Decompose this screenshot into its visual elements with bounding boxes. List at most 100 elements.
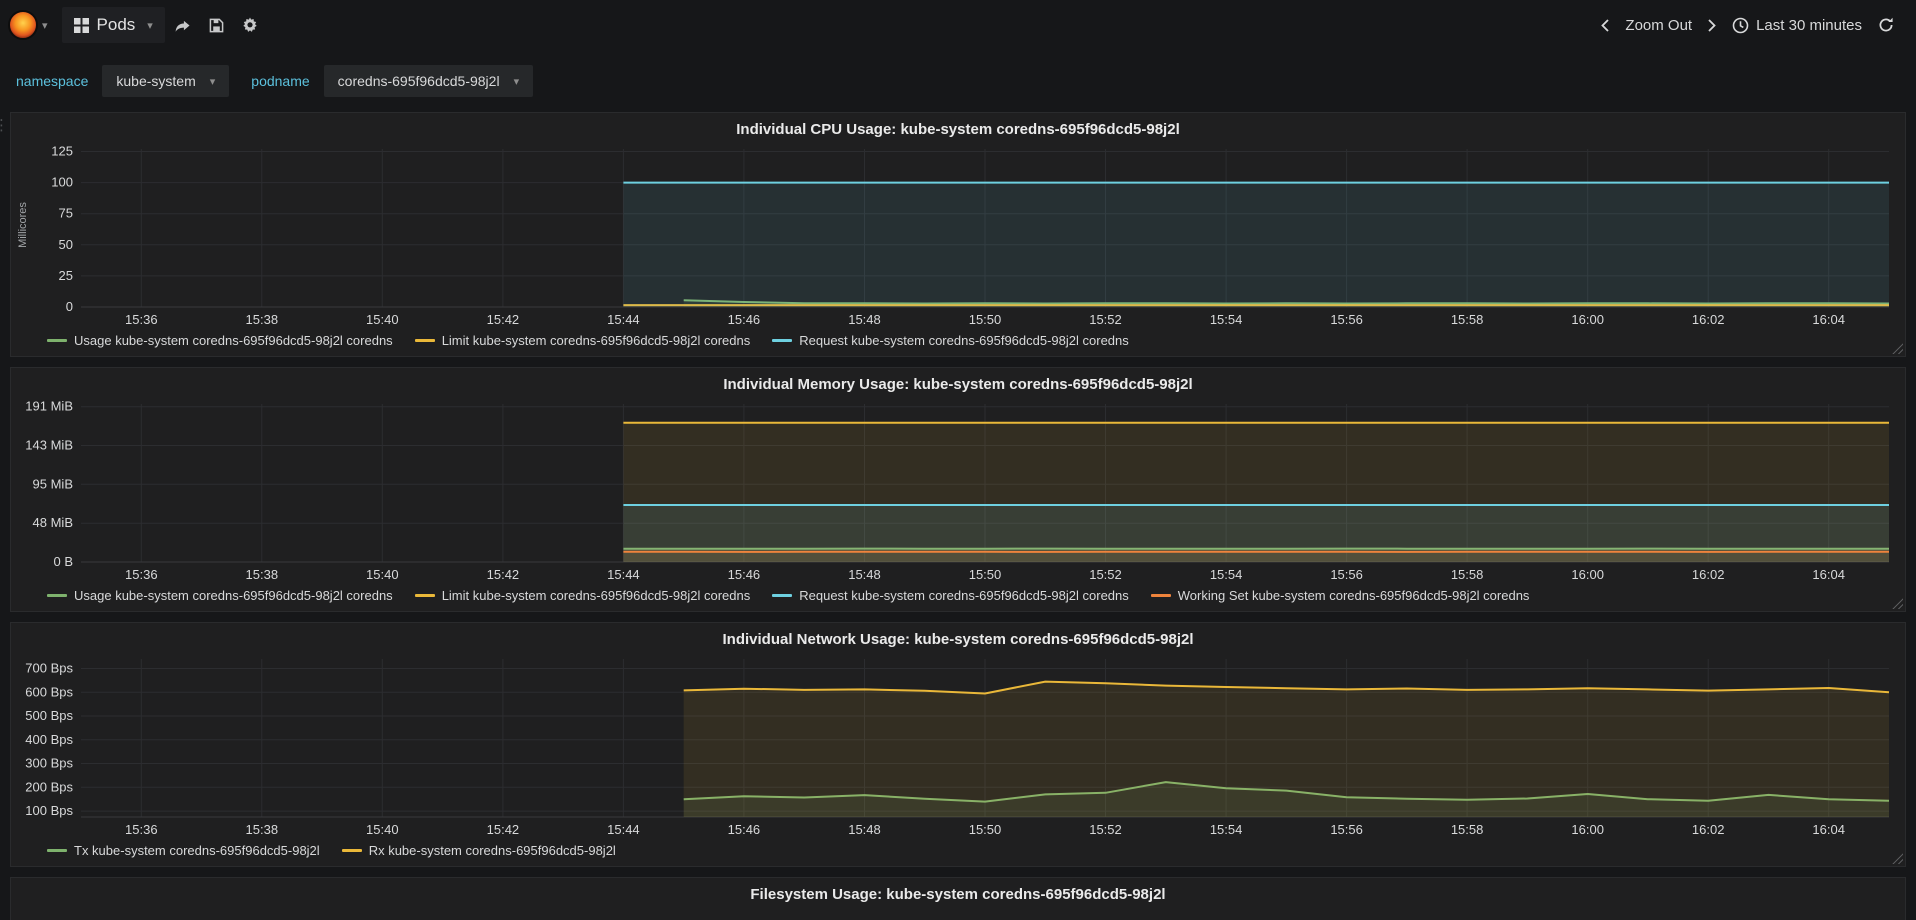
panel-title[interactable]: Individual CPU Usage: kube-system coredn… xyxy=(11,113,1905,141)
svg-text:15:54: 15:54 xyxy=(1210,822,1243,837)
time-range-label: Last 30 minutes xyxy=(1756,16,1862,34)
time-shift-forward-button[interactable] xyxy=(1700,13,1724,38)
panel-cpu: Individual CPU Usage: kube-system coredn… xyxy=(10,112,1906,357)
svg-text:25: 25 xyxy=(59,268,73,283)
variable-podname: podname coredns-695f96dcd5-98j2l ▾ xyxy=(251,65,534,97)
legend-series-label: Working Set kube-system coredns-695f96dc… xyxy=(1177,588,1530,603)
legend-item[interactable]: Rx kube-system coredns-695f96dcd5-98j2l xyxy=(341,843,616,858)
legend-series-color xyxy=(47,849,67,852)
caret-down-icon: ▾ xyxy=(147,19,153,32)
legend-series-label: Request kube-system coredns-695f96dcd5-9… xyxy=(799,333,1129,348)
svg-text:191 MiB: 191 MiB xyxy=(25,399,73,414)
legend-item[interactable]: Limit kube-system coredns-695f96dcd5-98j… xyxy=(414,588,750,603)
memory-usage-chart[interactable]: 0 B 48 MiB 95 MiB 143 MiB 191 MiB 15:36 15:38 1… xyxy=(15,396,1901,586)
svg-text:15:42: 15:42 xyxy=(487,567,520,582)
svg-text:15:58: 15:58 xyxy=(1451,822,1484,837)
svg-text:48 MiB: 48 MiB xyxy=(33,515,73,530)
panel-title[interactable]: Individual Memory Usage: kube-system cor… xyxy=(11,368,1905,396)
svg-text:15:38: 15:38 xyxy=(246,822,279,837)
svg-text:125: 125 xyxy=(51,144,73,159)
share-button[interactable] xyxy=(165,12,200,39)
chevron-right-icon xyxy=(1708,18,1716,32)
svg-text:143 MiB: 143 MiB xyxy=(25,438,73,453)
time-shift-back-button[interactable] xyxy=(1593,13,1617,38)
svg-text:16:02: 16:02 xyxy=(1692,567,1725,582)
settings-button[interactable] xyxy=(233,11,267,39)
settings-gear-icon xyxy=(243,17,257,32)
legend-item[interactable]: Working Set kube-system coredns-695f96dc… xyxy=(1150,588,1530,603)
svg-text:16:02: 16:02 xyxy=(1692,312,1725,327)
legend-item[interactable]: Usage kube-system coredns-695f96dcd5-98j… xyxy=(47,333,393,348)
dashboard-grid-icon xyxy=(73,17,89,33)
svg-text:16:00: 16:00 xyxy=(1571,822,1604,837)
svg-text:16:00: 16:00 xyxy=(1571,567,1604,582)
svg-text:15:48: 15:48 xyxy=(848,822,881,837)
legend-item[interactable]: Request kube-system coredns-695f96dcd5-9… xyxy=(772,588,1129,603)
svg-text:15:48: 15:48 xyxy=(848,567,881,582)
chevron-left-icon xyxy=(1601,18,1610,32)
svg-text:15:50: 15:50 xyxy=(969,312,1002,327)
save-button[interactable] xyxy=(200,12,233,39)
refresh-button[interactable] xyxy=(1870,11,1902,39)
svg-text:15:46: 15:46 xyxy=(728,822,761,837)
svg-text:15:52: 15:52 xyxy=(1089,822,1122,837)
variable-namespace: namespace kube-system ▾ xyxy=(16,65,230,97)
svg-text:15:36: 15:36 xyxy=(125,312,158,327)
caret-down-icon: ▾ xyxy=(42,19,48,32)
svg-text:15:38: 15:38 xyxy=(246,567,279,582)
svg-text:15:56: 15:56 xyxy=(1330,312,1363,327)
variable-select-namespace[interactable]: kube-system ▾ xyxy=(102,65,230,97)
memory-legend: Usage kube-system coredns-695f96dcd5-98j… xyxy=(11,586,1905,611)
network-legend: Tx kube-system coredns-695f96dcd5-98j2l R… xyxy=(11,841,1905,866)
svg-text:15:42: 15:42 xyxy=(487,822,520,837)
variable-select-podname[interactable]: coredns-695f96dcd5-98j2l ▾ xyxy=(323,65,534,97)
svg-text:16:02: 16:02 xyxy=(1692,822,1725,837)
clock-icon xyxy=(1732,17,1749,33)
svg-text:100: 100 xyxy=(51,175,73,190)
legend-series-color xyxy=(414,339,435,342)
svg-text:600 Bps: 600 Bps xyxy=(25,684,73,699)
svg-text:15:50: 15:50 xyxy=(969,567,1002,582)
svg-text:16:04: 16:04 xyxy=(1812,567,1845,582)
svg-text:15:46: 15:46 xyxy=(728,312,761,327)
legend-item[interactable]: Usage kube-system coredns-695f96dcd5-98j… xyxy=(47,588,393,603)
svg-text:15:40: 15:40 xyxy=(366,567,399,582)
svg-text:100 Bps: 100 Bps xyxy=(25,803,73,818)
svg-text:15:56: 15:56 xyxy=(1330,567,1363,582)
grafana-main-menu[interactable]: ▾ xyxy=(8,10,48,40)
legend-series-color xyxy=(772,339,793,342)
filesystem-usage-chart[interactable] xyxy=(15,906,1901,920)
legend-item[interactable]: Limit kube-system coredns-695f96dcd5-98j… xyxy=(414,333,750,348)
svg-text:15:52: 15:52 xyxy=(1089,567,1122,582)
panel-title[interactable]: Individual Network Usage: kube-system co… xyxy=(11,623,1905,651)
cpu-usage-chart[interactable]: 0 25 50 75 100 125 15:36 15:38 15:40 15:42 15:44 15… xyxy=(15,141,1901,331)
svg-text:15:36: 15:36 xyxy=(125,567,158,582)
panel-memory: Individual Memory Usage: kube-system cor… xyxy=(10,367,1906,612)
svg-text:15:38: 15:38 xyxy=(246,312,279,327)
svg-text:15:52: 15:52 xyxy=(1089,312,1122,327)
panel-title[interactable]: Filesystem Usage: kube-system coredns-69… xyxy=(11,878,1905,906)
cpu-legend: Usage kube-system coredns-695f96dcd5-98j… xyxy=(11,331,1905,356)
svg-text:700 Bps: 700 Bps xyxy=(25,661,73,676)
svg-text:16:04: 16:04 xyxy=(1812,822,1845,837)
share-icon xyxy=(175,20,190,32)
svg-text:300 Bps: 300 Bps xyxy=(25,756,73,771)
caret-down-icon: ▾ xyxy=(209,75,216,88)
zoom-out-button[interactable]: Zoom Out xyxy=(1617,11,1700,40)
time-range-button[interactable]: Last 30 minutes xyxy=(1724,11,1870,40)
legend-series-color xyxy=(47,339,67,342)
legend-series-label: Usage kube-system coredns-695f96dcd5-98j… xyxy=(74,333,393,348)
svg-text:15:44: 15:44 xyxy=(607,567,640,582)
svg-text:15:46: 15:46 xyxy=(728,567,761,582)
legend-series-label: Usage kube-system coredns-695f96dcd5-98j… xyxy=(74,588,393,603)
legend-series-color xyxy=(341,849,362,852)
legend-series-color xyxy=(47,594,67,597)
legend-item[interactable]: Tx kube-system coredns-695f96dcd5-98j2l xyxy=(47,843,320,858)
network-usage-chart[interactable]: 100 Bps 200 Bps 300 Bps 400 Bps 500 Bps 600 B… xyxy=(15,651,1901,841)
svg-text:0 B: 0 B xyxy=(53,554,73,569)
dashboard-picker[interactable]: Pods ▾ xyxy=(61,7,165,43)
legend-item[interactable]: Request kube-system coredns-695f96dcd5-9… xyxy=(772,333,1129,348)
svg-text:15:54: 15:54 xyxy=(1210,312,1243,327)
variable-label-podname: podname xyxy=(251,73,310,89)
save-icon xyxy=(209,18,224,32)
